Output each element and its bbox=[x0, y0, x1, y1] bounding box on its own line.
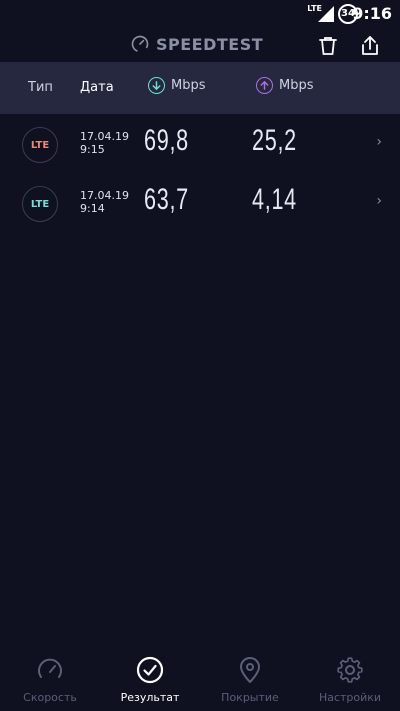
upload-value: 25,2 bbox=[252, 124, 297, 157]
connection-type-badge: LTE bbox=[22, 186, 58, 222]
chevron-right-icon: › bbox=[376, 134, 382, 150]
nav-coverage-label: Покрытие bbox=[221, 691, 279, 704]
clock: 9:16 bbox=[352, 4, 392, 23]
nav-settings[interactable]: Настройки bbox=[300, 653, 400, 711]
bottom-nav: Скорость Результат Покрытие Настройки bbox=[0, 653, 400, 711]
nav-speed[interactable]: Скорость bbox=[0, 653, 100, 711]
result-date: 17.04.19 bbox=[80, 130, 129, 143]
column-type[interactable]: Тип bbox=[28, 80, 53, 95]
upload-arrow-icon bbox=[256, 77, 273, 94]
nav-results-label: Результат bbox=[120, 691, 180, 704]
app-screen: LTE 34 9:16 SPEEDTEST Тип Дата Mbps Mbps… bbox=[0, 0, 400, 711]
download-unit: Mbps bbox=[171, 78, 206, 93]
status-bar: LTE 34 9:16 bbox=[0, 0, 400, 30]
nav-speed-label: Скорость bbox=[23, 691, 77, 704]
nav-results[interactable]: Результат bbox=[100, 653, 200, 711]
nav-coverage[interactable]: Покрытие bbox=[200, 653, 300, 711]
upload-unit: Mbps bbox=[279, 78, 314, 93]
connection-type-label: LTE bbox=[30, 198, 50, 210]
nav-settings-label: Настройки bbox=[318, 691, 382, 704]
result-row[interactable]: LTE 17.04.19 9:14 63,7 4,14 › bbox=[0, 173, 400, 231]
map-pin-icon bbox=[240, 657, 260, 683]
column-download[interactable]: Mbps bbox=[148, 77, 206, 94]
column-date[interactable]: Дата bbox=[80, 80, 114, 95]
connection-type-label: LTE bbox=[30, 139, 50, 151]
speedtest-logo: SPEEDTEST bbox=[130, 34, 263, 54]
download-value: 63,7 bbox=[144, 183, 189, 216]
app-bar: SPEEDTEST bbox=[0, 30, 400, 62]
upload-value: 4,14 bbox=[252, 183, 297, 216]
chevron-right-icon: › bbox=[376, 193, 382, 209]
check-circle-icon bbox=[136, 656, 164, 684]
app-title: SPEEDTEST bbox=[156, 34, 264, 54]
result-time: 9:14 bbox=[80, 202, 105, 215]
result-date: 17.04.19 bbox=[80, 189, 129, 202]
speedometer-logo-icon bbox=[131, 35, 149, 53]
result-time: 9:15 bbox=[80, 143, 105, 156]
result-row[interactable]: LTE 17.04.19 9:15 69,8 25,2 › bbox=[0, 114, 400, 172]
signal-icon bbox=[318, 6, 334, 22]
column-upload[interactable]: Mbps bbox=[256, 77, 314, 94]
result-datetime: 17.04.19 9:15 bbox=[80, 130, 129, 156]
gear-icon bbox=[337, 657, 363, 683]
connection-type-badge: LTE bbox=[22, 127, 58, 163]
share-icon[interactable] bbox=[358, 34, 382, 58]
trash-icon[interactable] bbox=[316, 34, 340, 58]
download-arrow-icon bbox=[148, 77, 165, 94]
results-header: Тип Дата Mbps Mbps bbox=[0, 62, 400, 114]
speedometer-icon bbox=[38, 658, 62, 678]
download-value: 69,8 bbox=[144, 124, 189, 157]
result-datetime: 17.04.19 9:14 bbox=[80, 189, 129, 215]
